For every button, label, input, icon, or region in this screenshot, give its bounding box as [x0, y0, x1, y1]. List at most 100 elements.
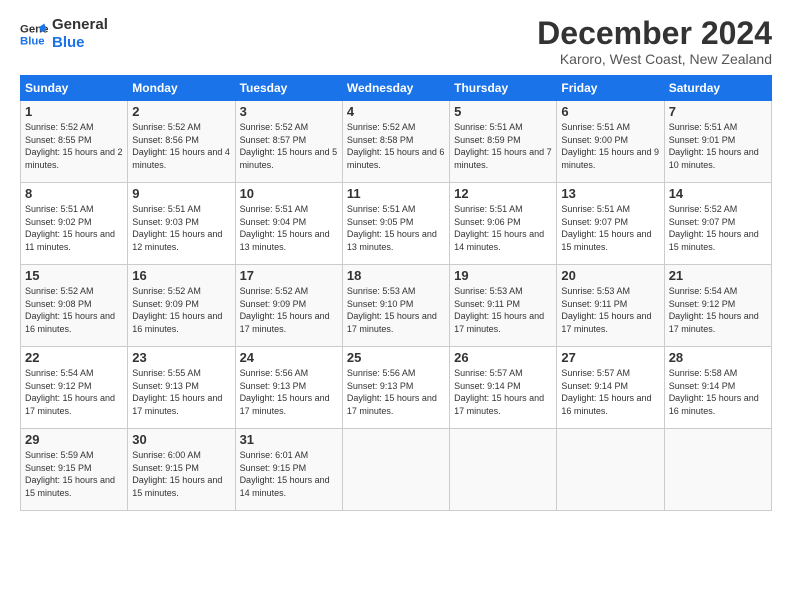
cell-info: Sunrise: 5:54 AMSunset: 9:12 PMDaylight:… — [669, 286, 759, 334]
table-cell: 12 Sunrise: 5:51 AMSunset: 9:06 PMDaylig… — [450, 183, 557, 265]
day-number: 22 — [25, 350, 123, 365]
week-row-3: 15 Sunrise: 5:52 AMSunset: 9:08 PMDaylig… — [21, 265, 772, 347]
day-number: 3 — [240, 104, 338, 119]
cell-info: Sunrise: 5:51 AMSunset: 9:00 PMDaylight:… — [561, 122, 659, 170]
cell-info: Sunrise: 5:53 AMSunset: 9:11 PMDaylight:… — [454, 286, 544, 334]
col-thursday: Thursday — [450, 76, 557, 101]
day-number: 26 — [454, 350, 552, 365]
day-number: 24 — [240, 350, 338, 365]
header: General Blue General Blue December 2024 … — [20, 16, 772, 67]
cell-info: Sunrise: 5:52 AMSunset: 9:08 PMDaylight:… — [25, 286, 115, 334]
table-cell: 10 Sunrise: 5:51 AMSunset: 9:04 PMDaylig… — [235, 183, 342, 265]
week-row-1: 1 Sunrise: 5:52 AMSunset: 8:55 PMDayligh… — [21, 101, 772, 183]
cell-info: Sunrise: 5:56 AMSunset: 9:13 PMDaylight:… — [347, 368, 437, 416]
logo-icon: General Blue — [20, 20, 48, 48]
day-number: 13 — [561, 186, 659, 201]
day-number: 10 — [240, 186, 338, 201]
day-number: 25 — [347, 350, 445, 365]
cell-info: Sunrise: 5:51 AMSunset: 9:04 PMDaylight:… — [240, 204, 330, 252]
day-number: 16 — [132, 268, 230, 283]
table-cell: 24 Sunrise: 5:56 AMSunset: 9:13 PMDaylig… — [235, 347, 342, 429]
day-number: 11 — [347, 186, 445, 201]
day-number: 8 — [25, 186, 123, 201]
table-cell: 17 Sunrise: 5:52 AMSunset: 9:09 PMDaylig… — [235, 265, 342, 347]
cell-info: Sunrise: 5:51 AMSunset: 8:59 PMDaylight:… — [454, 122, 552, 170]
table-cell: 15 Sunrise: 5:52 AMSunset: 9:08 PMDaylig… — [21, 265, 128, 347]
week-row-2: 8 Sunrise: 5:51 AMSunset: 9:02 PMDayligh… — [21, 183, 772, 265]
day-number: 2 — [132, 104, 230, 119]
col-wednesday: Wednesday — [342, 76, 449, 101]
table-cell: 14 Sunrise: 5:52 AMSunset: 9:07 PMDaylig… — [664, 183, 771, 265]
table-cell: 26 Sunrise: 5:57 AMSunset: 9:14 PMDaylig… — [450, 347, 557, 429]
location-subtitle: Karoro, West Coast, New Zealand — [537, 51, 772, 67]
table-cell: 8 Sunrise: 5:51 AMSunset: 9:02 PMDayligh… — [21, 183, 128, 265]
table-cell: 2 Sunrise: 5:52 AMSunset: 8:56 PMDayligh… — [128, 101, 235, 183]
table-cell: 31 Sunrise: 6:01 AMSunset: 9:15 PMDaylig… — [235, 429, 342, 511]
col-tuesday: Tuesday — [235, 76, 342, 101]
cell-info: Sunrise: 5:58 AMSunset: 9:14 PMDaylight:… — [669, 368, 759, 416]
day-number: 4 — [347, 104, 445, 119]
cell-info: Sunrise: 5:51 AMSunset: 9:02 PMDaylight:… — [25, 204, 115, 252]
cell-info: Sunrise: 5:51 AMSunset: 9:05 PMDaylight:… — [347, 204, 437, 252]
col-saturday: Saturday — [664, 76, 771, 101]
cell-info: Sunrise: 5:52 AMSunset: 8:57 PMDaylight:… — [240, 122, 338, 170]
calendar-table: Sunday Monday Tuesday Wednesday Thursday… — [20, 75, 772, 511]
week-row-4: 22 Sunrise: 5:54 AMSunset: 9:12 PMDaylig… — [21, 347, 772, 429]
cell-info: Sunrise: 5:52 AMSunset: 9:07 PMDaylight:… — [669, 204, 759, 252]
col-monday: Monday — [128, 76, 235, 101]
cell-info: Sunrise: 5:51 AMSunset: 9:03 PMDaylight:… — [132, 204, 222, 252]
cell-info: Sunrise: 5:51 AMSunset: 9:06 PMDaylight:… — [454, 204, 544, 252]
table-cell: 7 Sunrise: 5:51 AMSunset: 9:01 PMDayligh… — [664, 101, 771, 183]
day-number: 23 — [132, 350, 230, 365]
cell-info: Sunrise: 6:01 AMSunset: 9:15 PMDaylight:… — [240, 450, 330, 498]
day-number: 28 — [669, 350, 767, 365]
day-number: 14 — [669, 186, 767, 201]
cell-info: Sunrise: 5:53 AMSunset: 9:10 PMDaylight:… — [347, 286, 437, 334]
cell-info: Sunrise: 5:55 AMSunset: 9:13 PMDaylight:… — [132, 368, 222, 416]
header-row: Sunday Monday Tuesday Wednesday Thursday… — [21, 76, 772, 101]
table-cell — [342, 429, 449, 511]
table-cell: 13 Sunrise: 5:51 AMSunset: 9:07 PMDaylig… — [557, 183, 664, 265]
table-cell: 23 Sunrise: 5:55 AMSunset: 9:13 PMDaylig… — [128, 347, 235, 429]
day-number: 1 — [25, 104, 123, 119]
day-number: 29 — [25, 432, 123, 447]
cell-info: Sunrise: 6:00 AMSunset: 9:15 PMDaylight:… — [132, 450, 222, 498]
cell-info: Sunrise: 5:52 AMSunset: 8:58 PMDaylight:… — [347, 122, 445, 170]
day-number: 7 — [669, 104, 767, 119]
table-cell: 1 Sunrise: 5:52 AMSunset: 8:55 PMDayligh… — [21, 101, 128, 183]
cell-info: Sunrise: 5:51 AMSunset: 9:01 PMDaylight:… — [669, 122, 759, 170]
logo: General Blue General Blue — [20, 16, 108, 52]
table-cell — [450, 429, 557, 511]
table-cell: 18 Sunrise: 5:53 AMSunset: 9:10 PMDaylig… — [342, 265, 449, 347]
table-cell: 9 Sunrise: 5:51 AMSunset: 9:03 PMDayligh… — [128, 183, 235, 265]
col-sunday: Sunday — [21, 76, 128, 101]
cell-info: Sunrise: 5:54 AMSunset: 9:12 PMDaylight:… — [25, 368, 115, 416]
day-number: 9 — [132, 186, 230, 201]
day-number: 31 — [240, 432, 338, 447]
day-number: 30 — [132, 432, 230, 447]
month-title: December 2024 — [537, 16, 772, 51]
day-number: 15 — [25, 268, 123, 283]
svg-text:Blue: Blue — [20, 36, 45, 48]
week-row-5: 29 Sunrise: 5:59 AMSunset: 9:15 PMDaylig… — [21, 429, 772, 511]
cell-info: Sunrise: 5:52 AMSunset: 8:56 PMDaylight:… — [132, 122, 230, 170]
table-cell: 29 Sunrise: 5:59 AMSunset: 9:15 PMDaylig… — [21, 429, 128, 511]
day-number: 19 — [454, 268, 552, 283]
logo-line2: Blue — [52, 34, 108, 52]
day-number: 6 — [561, 104, 659, 119]
table-cell: 22 Sunrise: 5:54 AMSunset: 9:12 PMDaylig… — [21, 347, 128, 429]
table-cell: 27 Sunrise: 5:57 AMSunset: 9:14 PMDaylig… — [557, 347, 664, 429]
logo-line1: General — [52, 16, 108, 34]
cell-info: Sunrise: 5:57 AMSunset: 9:14 PMDaylight:… — [454, 368, 544, 416]
page: General Blue General Blue December 2024 … — [0, 0, 792, 612]
table-cell: 21 Sunrise: 5:54 AMSunset: 9:12 PMDaylig… — [664, 265, 771, 347]
table-cell: 19 Sunrise: 5:53 AMSunset: 9:11 PMDaylig… — [450, 265, 557, 347]
cell-info: Sunrise: 5:53 AMSunset: 9:11 PMDaylight:… — [561, 286, 651, 334]
cell-info: Sunrise: 5:52 AMSunset: 9:09 PMDaylight:… — [132, 286, 222, 334]
col-friday: Friday — [557, 76, 664, 101]
day-number: 21 — [669, 268, 767, 283]
day-number: 5 — [454, 104, 552, 119]
day-number: 27 — [561, 350, 659, 365]
table-cell: 5 Sunrise: 5:51 AMSunset: 8:59 PMDayligh… — [450, 101, 557, 183]
table-cell: 6 Sunrise: 5:51 AMSunset: 9:00 PMDayligh… — [557, 101, 664, 183]
